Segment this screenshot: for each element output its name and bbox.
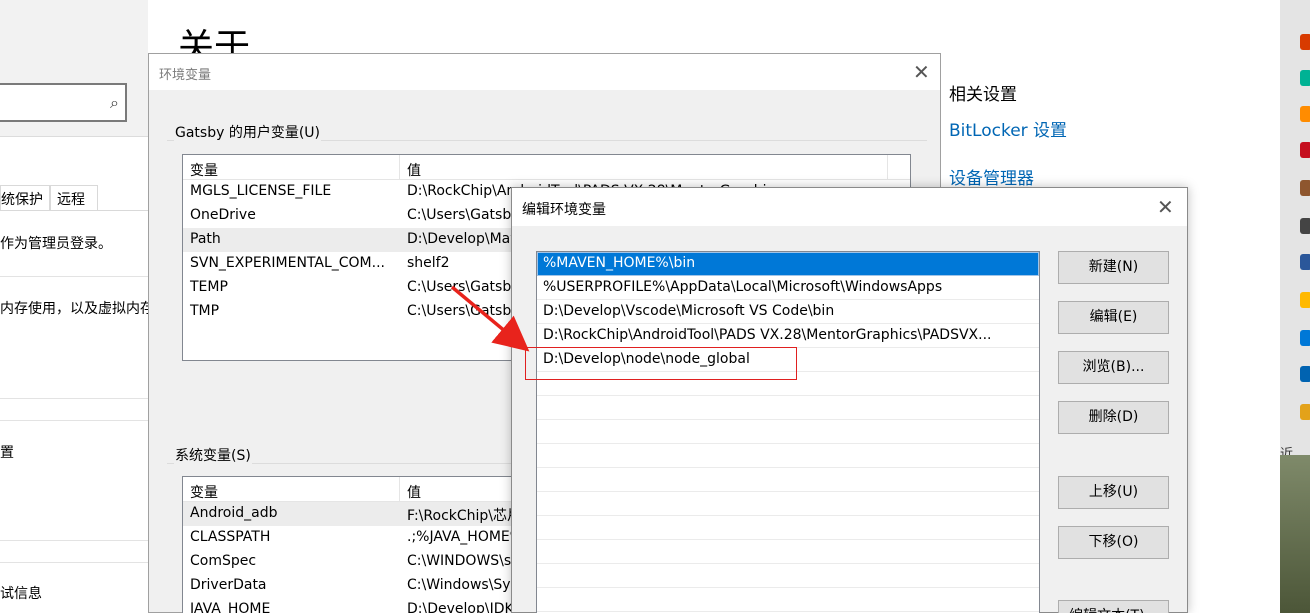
annotation-arrow-icon: [450, 285, 530, 352]
